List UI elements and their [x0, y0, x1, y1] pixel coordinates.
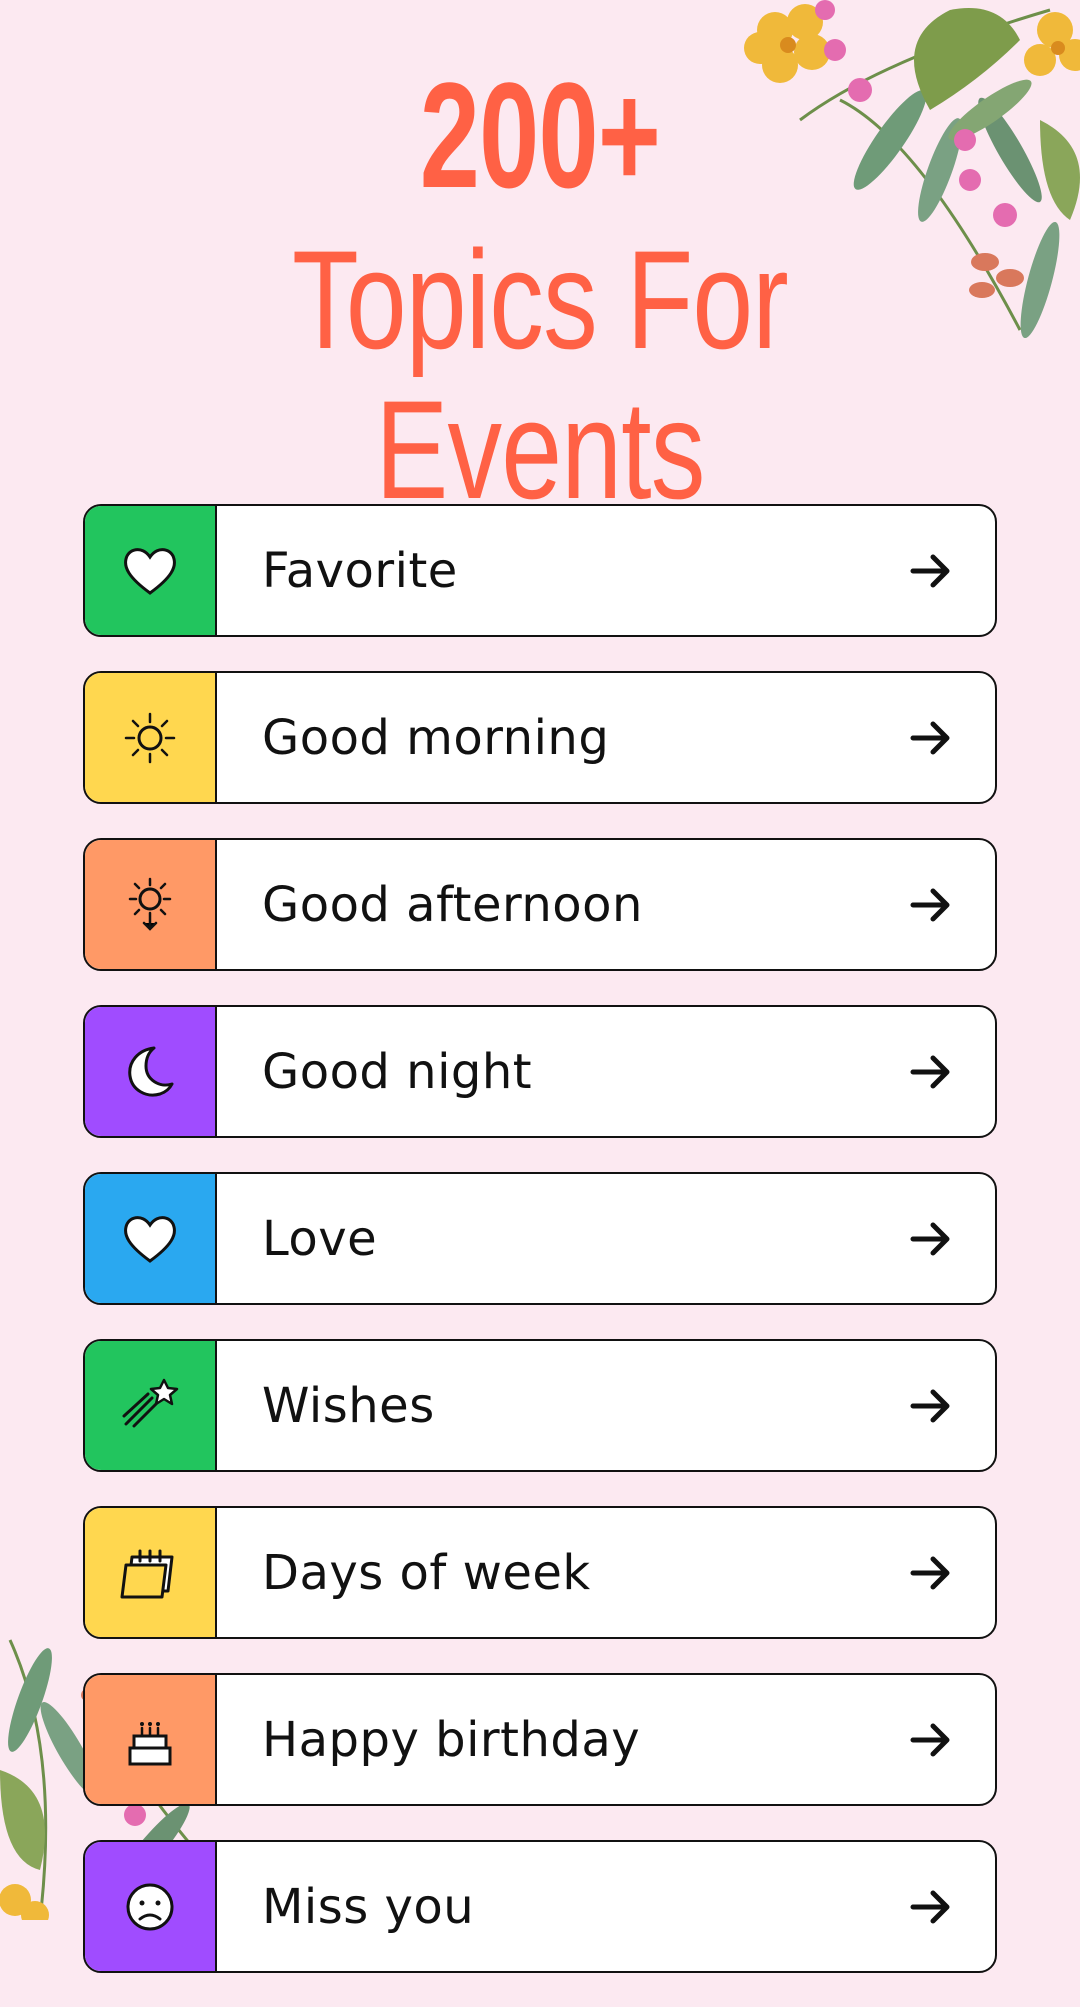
topic-row-days-of-week[interactable]: Days of week [83, 1506, 997, 1639]
shooting-star-icon [122, 1378, 179, 1427]
topic-row-good-night[interactable]: Good night [83, 1005, 997, 1138]
arrow-right-icon [910, 721, 950, 754]
arrow-right-icon [910, 1222, 950, 1255]
topic-row-favorite[interactable]: Favorite [83, 504, 997, 637]
cake-icon [128, 1721, 172, 1765]
heart-icon [124, 547, 176, 595]
topic-color-swatch [85, 1508, 217, 1637]
topic-row-wishes[interactable]: Wishes [83, 1339, 997, 1472]
arrow-right-icon [910, 1055, 950, 1088]
topic-color-swatch [85, 1174, 217, 1303]
topic-label: Miss you [262, 1878, 475, 1935]
calendar-icon [120, 1549, 174, 1598]
topic-row-good-morning[interactable]: Good morning [83, 671, 997, 804]
arrow-right-icon [910, 554, 950, 587]
arrow-right-icon [910, 888, 950, 921]
topic-color-swatch [85, 1675, 217, 1804]
topic-row-happy-birthday[interactable]: Happy birthday [83, 1673, 997, 1806]
topic-row-love[interactable]: Love [83, 1172, 997, 1305]
headline-title: Topics For Events [292, 221, 789, 528]
topic-color-swatch [85, 1341, 217, 1470]
topic-label: Good afternoon [262, 876, 643, 933]
topic-label: Happy birthday [262, 1711, 641, 1768]
topic-label: Favorite [262, 542, 458, 599]
topic-color-swatch [85, 1007, 217, 1136]
topic-color-swatch [85, 506, 217, 635]
arrow-right-icon [910, 1389, 950, 1422]
topic-label: Good night [262, 1043, 533, 1100]
moon-icon [128, 1046, 174, 1096]
topic-label: Days of week [262, 1544, 591, 1601]
topic-row-good-afternoon[interactable]: Good afternoon [83, 838, 997, 971]
topic-row-miss-you[interactable]: Miss you [83, 1840, 997, 1973]
arrow-right-icon [910, 1723, 950, 1756]
arrow-right-icon [910, 1890, 950, 1923]
topic-color-swatch [85, 840, 217, 969]
heart-icon [124, 1215, 176, 1263]
sad-face-icon [126, 1883, 174, 1930]
sun-icon [124, 712, 176, 763]
topic-color-swatch [85, 1842, 217, 1971]
topic-label: Wishes [262, 1377, 435, 1434]
arrow-right-icon [910, 1556, 950, 1589]
sunset-icon [128, 877, 172, 931]
headline-count: 200+ [419, 51, 661, 219]
topic-label: Good morning [262, 709, 610, 766]
topic-list: Favorite Good morning Good afternoon Goo… [83, 504, 997, 2007]
topic-label: Love [262, 1210, 378, 1267]
topic-color-swatch [85, 673, 217, 802]
